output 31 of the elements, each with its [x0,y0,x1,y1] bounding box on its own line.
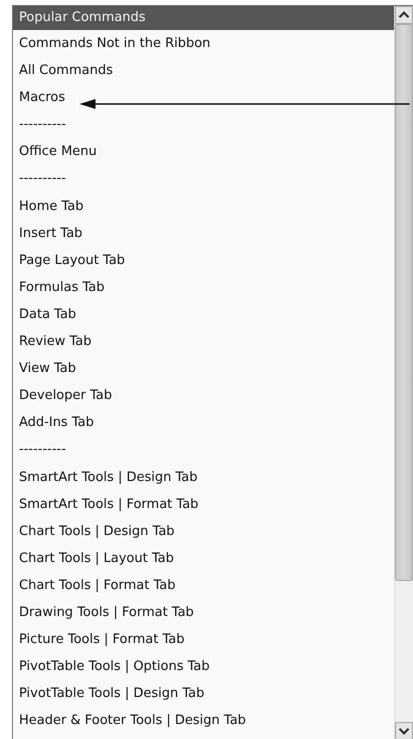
list-item[interactable]: ---------- [13,165,394,193]
list-item[interactable]: All Commands [13,57,394,84]
scroll-down-icon[interactable] [395,722,413,739]
list-item[interactable]: Add-Ins Tab [13,409,394,436]
list-item[interactable]: ---------- [13,111,394,138]
list-item[interactable]: Home Tab [13,192,394,220]
list-item[interactable]: Commands Not in the Ribbon [13,30,394,58]
scrollbar[interactable] [394,6,413,739]
list-item[interactable]: Chart Tools | Design Tab [13,518,394,545]
list-item[interactable]: Data Tab [13,300,394,328]
list-item[interactable]: PivotTable Tools | Options Tab [13,653,394,680]
scroll-up-icon[interactable] [395,6,413,24]
list-item[interactable]: Review Tab [13,328,394,356]
list-item[interactable]: SmartArt Tools | Format Tab [13,490,394,518]
list-item[interactable]: Page Layout Tab [13,246,394,274]
list-item[interactable]: Macros [13,84,394,112]
list-item[interactable]: Popular Commands [13,6,394,30]
list-item[interactable]: Header & Footer Tools | Design Tab [13,707,394,734]
list-item[interactable]: SmartArt Tools | Design Tab [13,464,394,491]
list-item[interactable]: Formulas Tab [13,274,394,301]
list-item[interactable]: PivotTable Tools | Design Tab [13,680,394,708]
list-item[interactable]: Chart Tools | Layout Tab [13,544,394,572]
list-item[interactable]: View Tab [13,355,394,382]
list-item[interactable]: Office Menu [13,138,394,166]
list-item[interactable]: Developer Tab [13,382,394,410]
list-item[interactable]: Picture Tools | Format Tab [13,626,394,654]
scroll-thumb[interactable] [395,24,413,581]
list-item[interactable]: Drawing Tools | Format Tab [13,598,394,626]
list-item[interactable]: ---------- [13,436,394,464]
list-item[interactable]: Chart Tools | Format Tab [13,572,394,599]
list-item[interactable]: Insert Tab [13,220,394,247]
